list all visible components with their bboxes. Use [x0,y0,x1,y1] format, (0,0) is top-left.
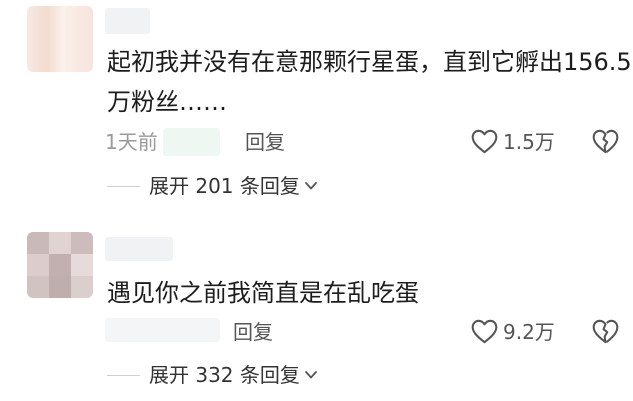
commenter-name-redacted[interactable] [105,237,173,261]
chevron-down-icon [304,181,318,191]
heart-outline-icon[interactable] [471,319,498,344]
expand-replies-label: 展开 201 条回复 [149,174,300,198]
comment-text-line-2: 万粉丝…… [107,88,227,116]
commenter-avatar[interactable] [27,232,93,298]
expand-replies-button[interactable]: 展开 201 条回复 [149,174,318,198]
location-redacted [163,128,220,156]
comment-text-line-1: 起初我并没有在意那颗行星蛋，直到它孵出156.5 [107,48,632,76]
expand-replies-label: 展开 332 条回复 [149,363,300,387]
expand-replies-button[interactable]: 展开 332 条回复 [149,363,318,387]
expand-divider [107,375,140,376]
commenter-name-redacted[interactable] [105,8,150,34]
reply-button[interactable]: 回复 [245,130,285,154]
like-count: 9.2万 [503,320,555,344]
comment-time: 1天前 [105,130,158,154]
broken-heart-icon[interactable] [592,129,619,154]
heart-outline-icon[interactable] [471,129,498,154]
commenter-avatar[interactable] [27,6,93,72]
expand-divider [107,186,140,187]
meta-redacted [105,318,220,342]
reply-button[interactable]: 回复 [233,320,273,344]
like-count: 1.5万 [503,130,555,154]
chevron-down-icon [304,370,318,380]
broken-heart-icon[interactable] [592,319,619,344]
comment-text-line-1: 遇见你之前我简直是在乱吃蛋 [107,279,419,307]
